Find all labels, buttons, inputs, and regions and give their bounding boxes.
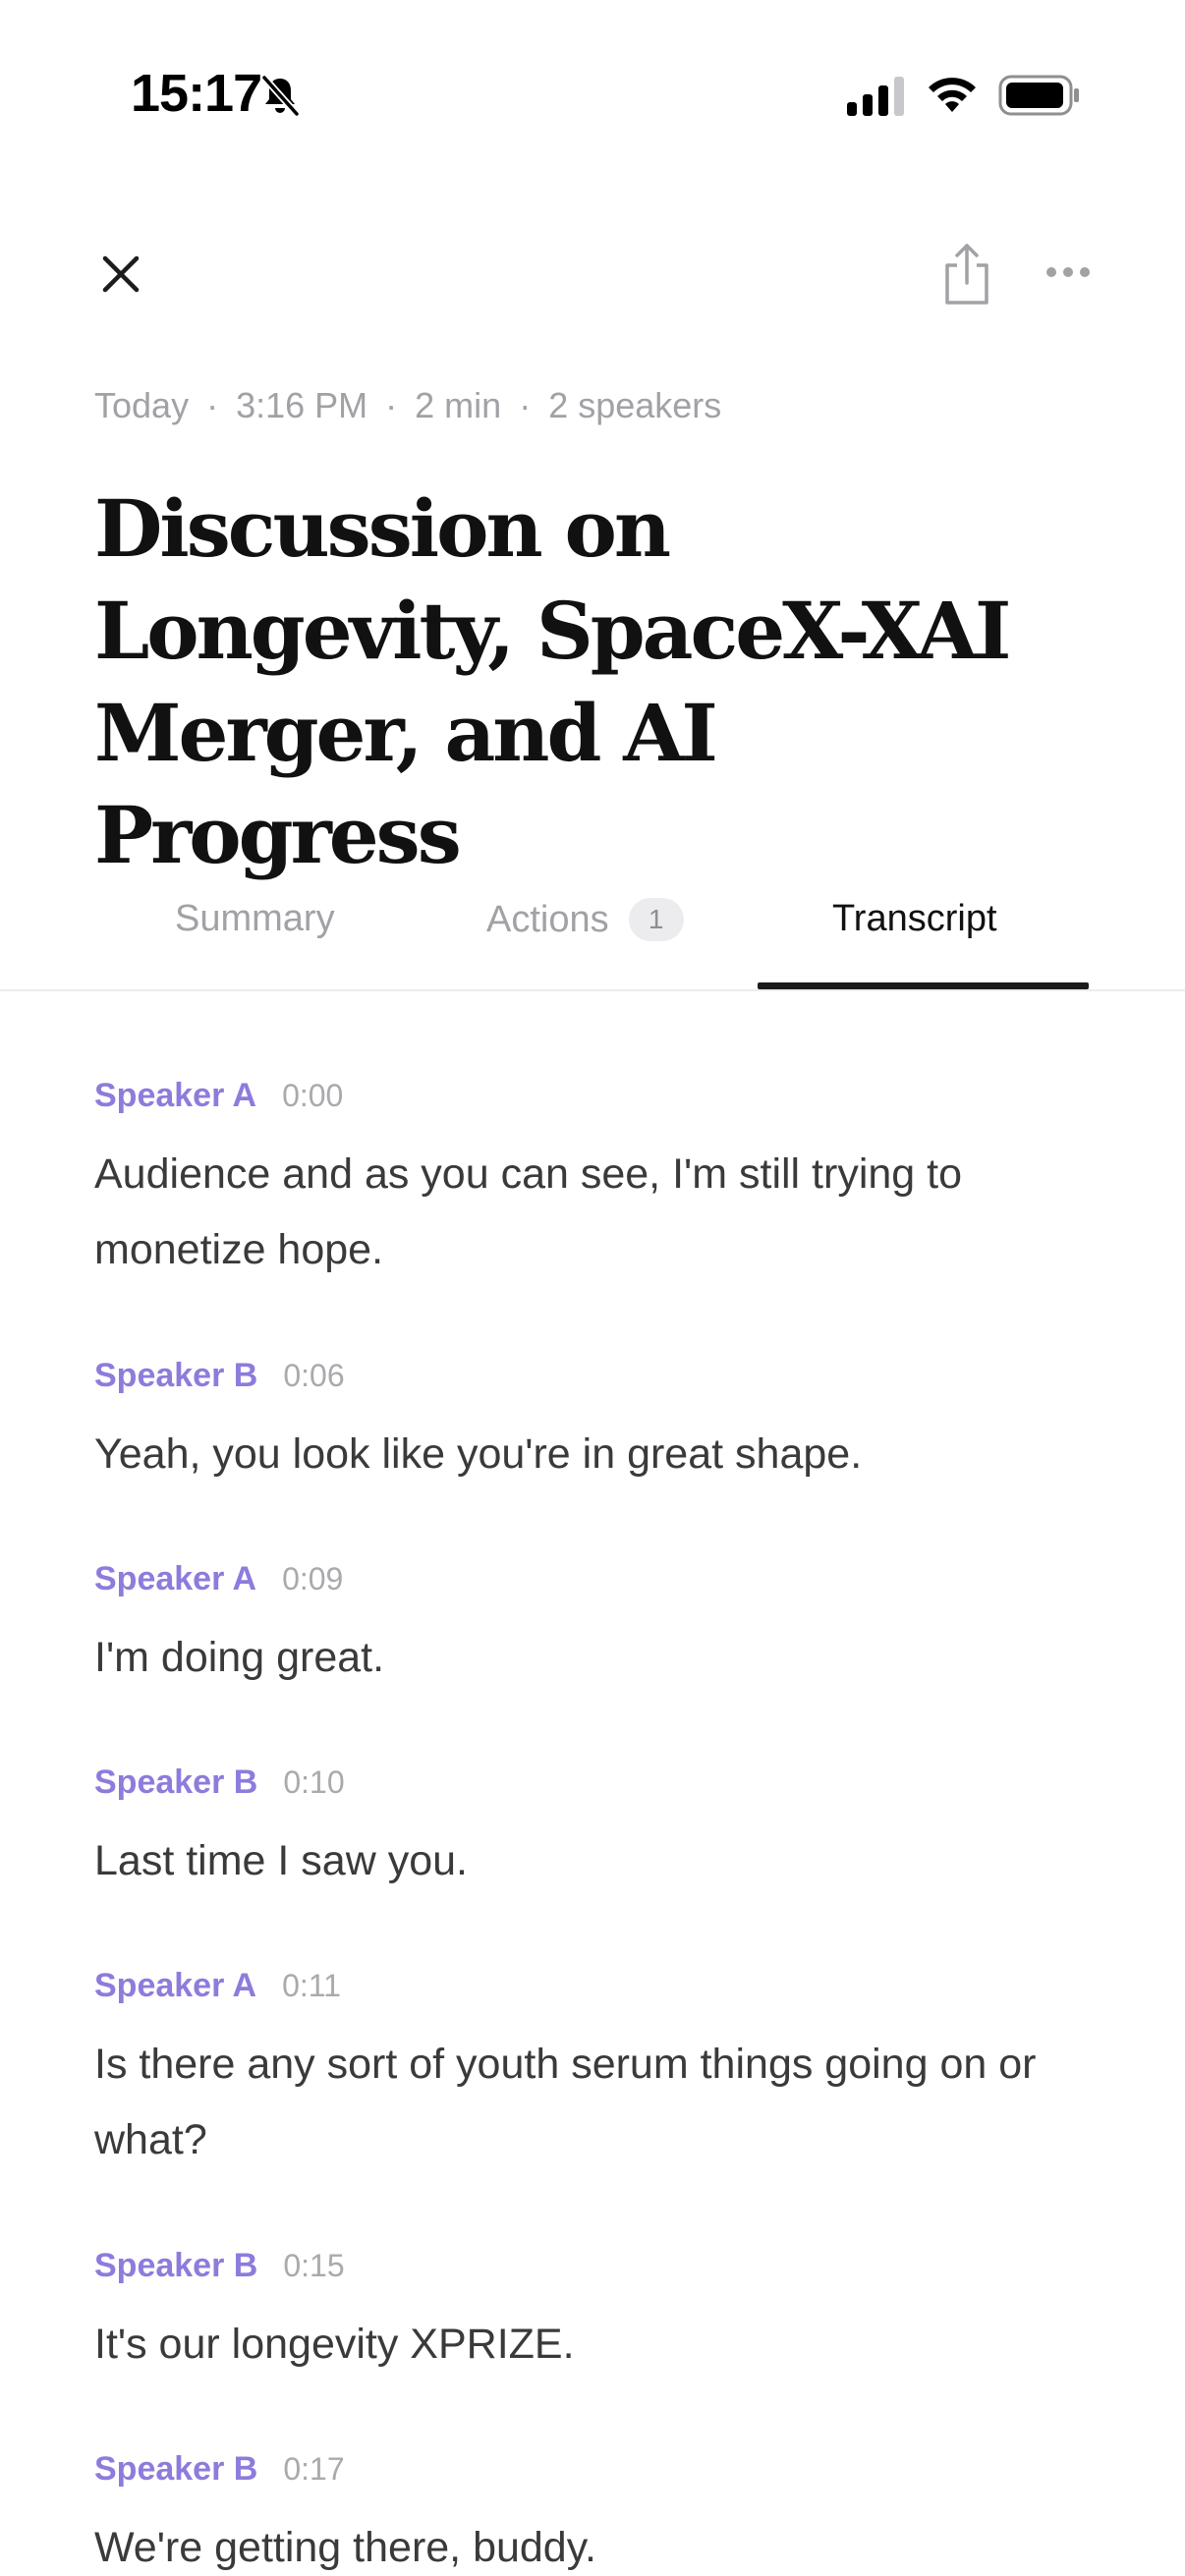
transcript-entry: Speaker B 0:10 Last time I saw you.	[94, 1764, 1106, 1899]
close-icon	[102, 255, 140, 293]
tabs-divider	[0, 989, 1185, 991]
speaker-label[interactable]: Speaker B	[94, 2247, 257, 2285]
timestamp[interactable]: 0:15	[283, 2248, 344, 2284]
meta-time: 3:16 PM	[236, 385, 368, 425]
transcript-text: We're getting there, buddy.	[94, 2524, 596, 2571]
tab-summary[interactable]: Summary	[175, 898, 335, 940]
timestamp[interactable]: 0:00	[282, 1078, 343, 1114]
transcript-entry: Speaker A 0:00 Audience and as you can s…	[94, 1077, 1106, 1288]
transcript-entry: Speaker B 0:06 Yeah, you look like you'r…	[94, 1357, 1106, 1492]
speaker-label[interactable]: Speaker B	[94, 1764, 257, 1802]
transcript-text: Audience and as you can see, I'm still t…	[94, 1150, 963, 1273]
transcript-text: It's our longevity XPRIZE.	[94, 2321, 575, 2368]
speaker-label[interactable]: Speaker B	[94, 1357, 257, 1395]
timestamp[interactable]: 0:09	[282, 1561, 343, 1597]
meta-duration: 2 min	[415, 385, 502, 425]
share-icon	[945, 244, 988, 305]
close-button[interactable]	[88, 242, 149, 303]
actions-count-badge: 1	[628, 898, 684, 941]
transcript-entry: Speaker A 0:11 Is there any sort of yout…	[94, 1967, 1106, 2178]
meta-day: Today	[94, 385, 190, 425]
more-options-button[interactable]	[1044, 257, 1093, 287]
timestamp[interactable]: 0:11	[282, 1968, 341, 2004]
tab-transcript[interactable]: Transcript	[832, 898, 997, 940]
timestamp[interactable]: 0:10	[283, 1764, 344, 1801]
speaker-label[interactable]: Speaker B	[94, 2450, 257, 2489]
tab-bar: Summary Actions 1 Transcript	[0, 865, 1185, 992]
transcript-screen: 15:17 Today · 3:16 PM · 2 min · 2 speake…	[0, 0, 1185, 2576]
speaker-label[interactable]: Speaker A	[94, 1077, 256, 1115]
tab-actions-label: Actions	[486, 898, 609, 940]
transcript-text: Last time I saw you.	[94, 1837, 468, 1884]
wifi-icon	[926, 73, 979, 116]
speaker-label[interactable]: Speaker A	[94, 1560, 256, 1598]
transcript-text: Yeah, you look like you're in great shap…	[94, 1430, 863, 1478]
status-bar: 15:17	[0, 0, 1185, 187]
transcript-entry: Speaker A 0:09 I'm doing great.	[94, 1560, 1106, 1696]
meta-separator: ·	[206, 385, 219, 425]
cellular-signal-icon	[847, 77, 904, 116]
bell-slash-icon	[257, 73, 303, 118]
battery-icon	[998, 75, 1081, 116]
transcript-entry: Speaker B 0:15 It's our longevity XPRIZE…	[94, 2247, 1106, 2382]
active-tab-indicator	[758, 982, 1089, 989]
more-horizontal-icon	[1046, 267, 1090, 277]
meta-separator: ·	[385, 385, 398, 425]
meta-speakers: 2 speakers	[548, 385, 722, 425]
transcript-text: I'm doing great.	[94, 1634, 385, 1681]
status-time: 15:17	[131, 64, 262, 123]
timestamp[interactable]: 0:17	[283, 2451, 344, 2488]
speaker-label[interactable]: Speaker A	[94, 1967, 256, 2005]
meta-separator: ·	[519, 385, 532, 425]
transcript-text: Is there any sort of youth serum things …	[94, 2041, 1037, 2163]
timestamp[interactable]: 0:06	[283, 1358, 344, 1394]
tab-actions[interactable]: Actions 1	[486, 898, 684, 941]
page-title: Discussion on Longevity, SpaceX-XAI Merg…	[94, 482, 1011, 881]
recording-meta: Today · 3:16 PM · 2 min · 2 speakers	[94, 385, 721, 426]
transcript-entry: Speaker B 0:17 We're getting there, budd…	[94, 2450, 1106, 2576]
share-button[interactable]	[941, 242, 992, 307]
